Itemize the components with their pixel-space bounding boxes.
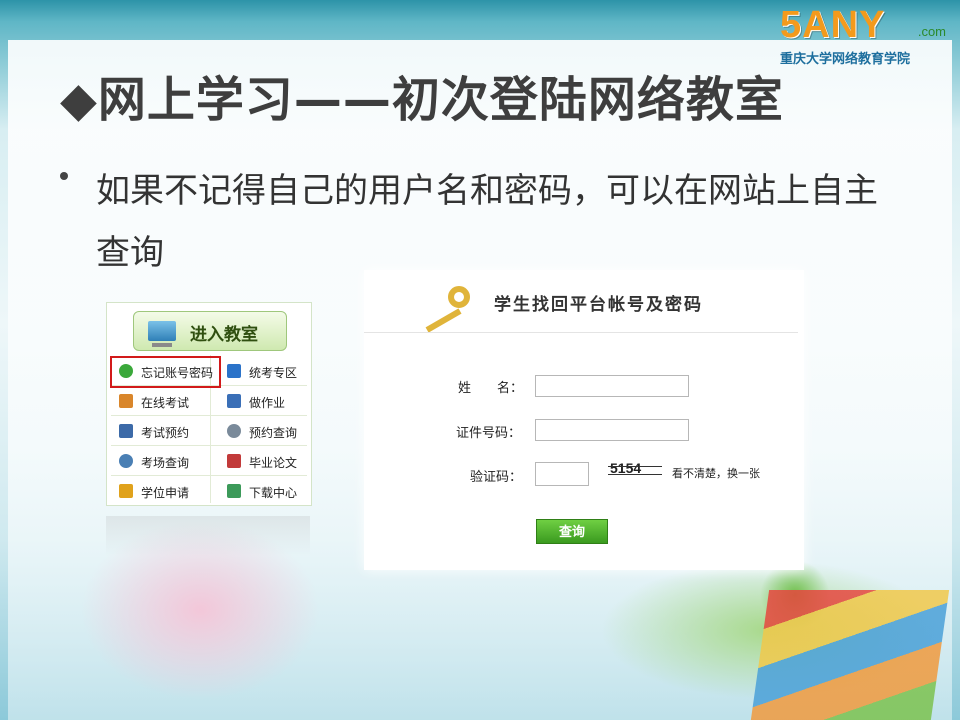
- enter-classroom-button[interactable]: 进入教室: [133, 311, 287, 351]
- books-decoration: [750, 590, 950, 720]
- menu-item-homework[interactable]: 做作业: [219, 387, 319, 415]
- menu-item-label: 统考专区: [249, 366, 298, 380]
- menu-reflection: [106, 516, 310, 556]
- highlight-box: [110, 356, 221, 388]
- bullet-marker: [60, 172, 68, 180]
- slide-title: ◆网上学习——初次登陆网络教室: [60, 72, 784, 128]
- logo-brand: 5ANY: [780, 4, 886, 46]
- captcha-label: 验证码：: [470, 470, 523, 485]
- menu-item-exam-room-query[interactable]: 考场查询: [111, 447, 211, 475]
- enter-classroom-label: 进入教室: [190, 325, 258, 345]
- homework-icon: [227, 394, 241, 408]
- refresh-captcha-link[interactable]: 看不清楚，换一张: [672, 465, 760, 481]
- id-card-icon: [119, 424, 133, 438]
- id-number-input[interactable]: [535, 419, 689, 441]
- medal-icon: [119, 484, 133, 498]
- menu-row-divider: [111, 445, 307, 446]
- menu-item-thesis[interactable]: 毕业论文: [219, 447, 319, 475]
- menu-item-unified-exam[interactable]: 统考专区: [219, 357, 319, 385]
- logo-domain: .com: [917, 24, 946, 39]
- form-divider: [364, 332, 798, 333]
- form-title: 学生找回平台帐号及密码: [494, 295, 703, 315]
- menu-item-label: 预约查询: [249, 426, 298, 440]
- portal-menu: 进入教室 忘记账号密码 统考专区 在线考试 做作业 考试预约 预约查询 考场查询…: [106, 302, 312, 506]
- magnifier-icon: [227, 424, 241, 438]
- id-number-label: 证件号码：: [456, 426, 522, 441]
- people-search-icon: [119, 454, 133, 468]
- menu-item-online-exam[interactable]: 在线考试: [111, 387, 211, 415]
- menu-row-divider: [111, 475, 307, 476]
- menu-item-label: 毕业论文: [249, 456, 298, 470]
- pencil-note-icon: [119, 394, 133, 408]
- captcha-input[interactable]: [535, 462, 589, 486]
- menu-item-label: 考试预约: [141, 426, 190, 440]
- download-icon: [227, 484, 241, 498]
- name-input[interactable]: [535, 375, 689, 397]
- exam-badge-icon: [227, 364, 241, 378]
- menu-item-label: 下载中心: [249, 486, 298, 500]
- logo: 5ANY .com 重庆大学网络教育学院: [780, 4, 950, 67]
- menu-item-exam-booking[interactable]: 考试预约: [111, 417, 211, 445]
- document-icon: [227, 454, 241, 468]
- slide-bullet-text: 如果不记得自己的用户名和密码，可以在网站上自主查询: [96, 171, 878, 273]
- menu-row-divider: [111, 415, 307, 416]
- menu-item-label: 做作业: [249, 396, 286, 410]
- key-icon: [420, 284, 476, 333]
- logo-subtitle: 重庆大学网络教育学院: [780, 52, 911, 67]
- account-recovery-form: 学生找回平台帐号及密码 姓 名： 证件号码： 验证码： 5154 看不清楚，换一…: [364, 270, 804, 570]
- menu-item-booking-query[interactable]: 预约查询: [219, 417, 319, 445]
- menu-item-label: 学位申请: [141, 486, 190, 500]
- computer-icon: [148, 321, 176, 347]
- name-label: 姓 名：: [458, 381, 524, 396]
- menu-item-degree-application[interactable]: 学位申请: [111, 477, 211, 505]
- query-button[interactable]: 查询: [536, 519, 608, 544]
- menu-item-label: 在线考试: [141, 396, 190, 410]
- menu-item-label: 考场查询: [141, 456, 190, 470]
- captcha-image[interactable]: 5154: [608, 460, 662, 476]
- menu-item-download-center[interactable]: 下载中心: [219, 477, 319, 505]
